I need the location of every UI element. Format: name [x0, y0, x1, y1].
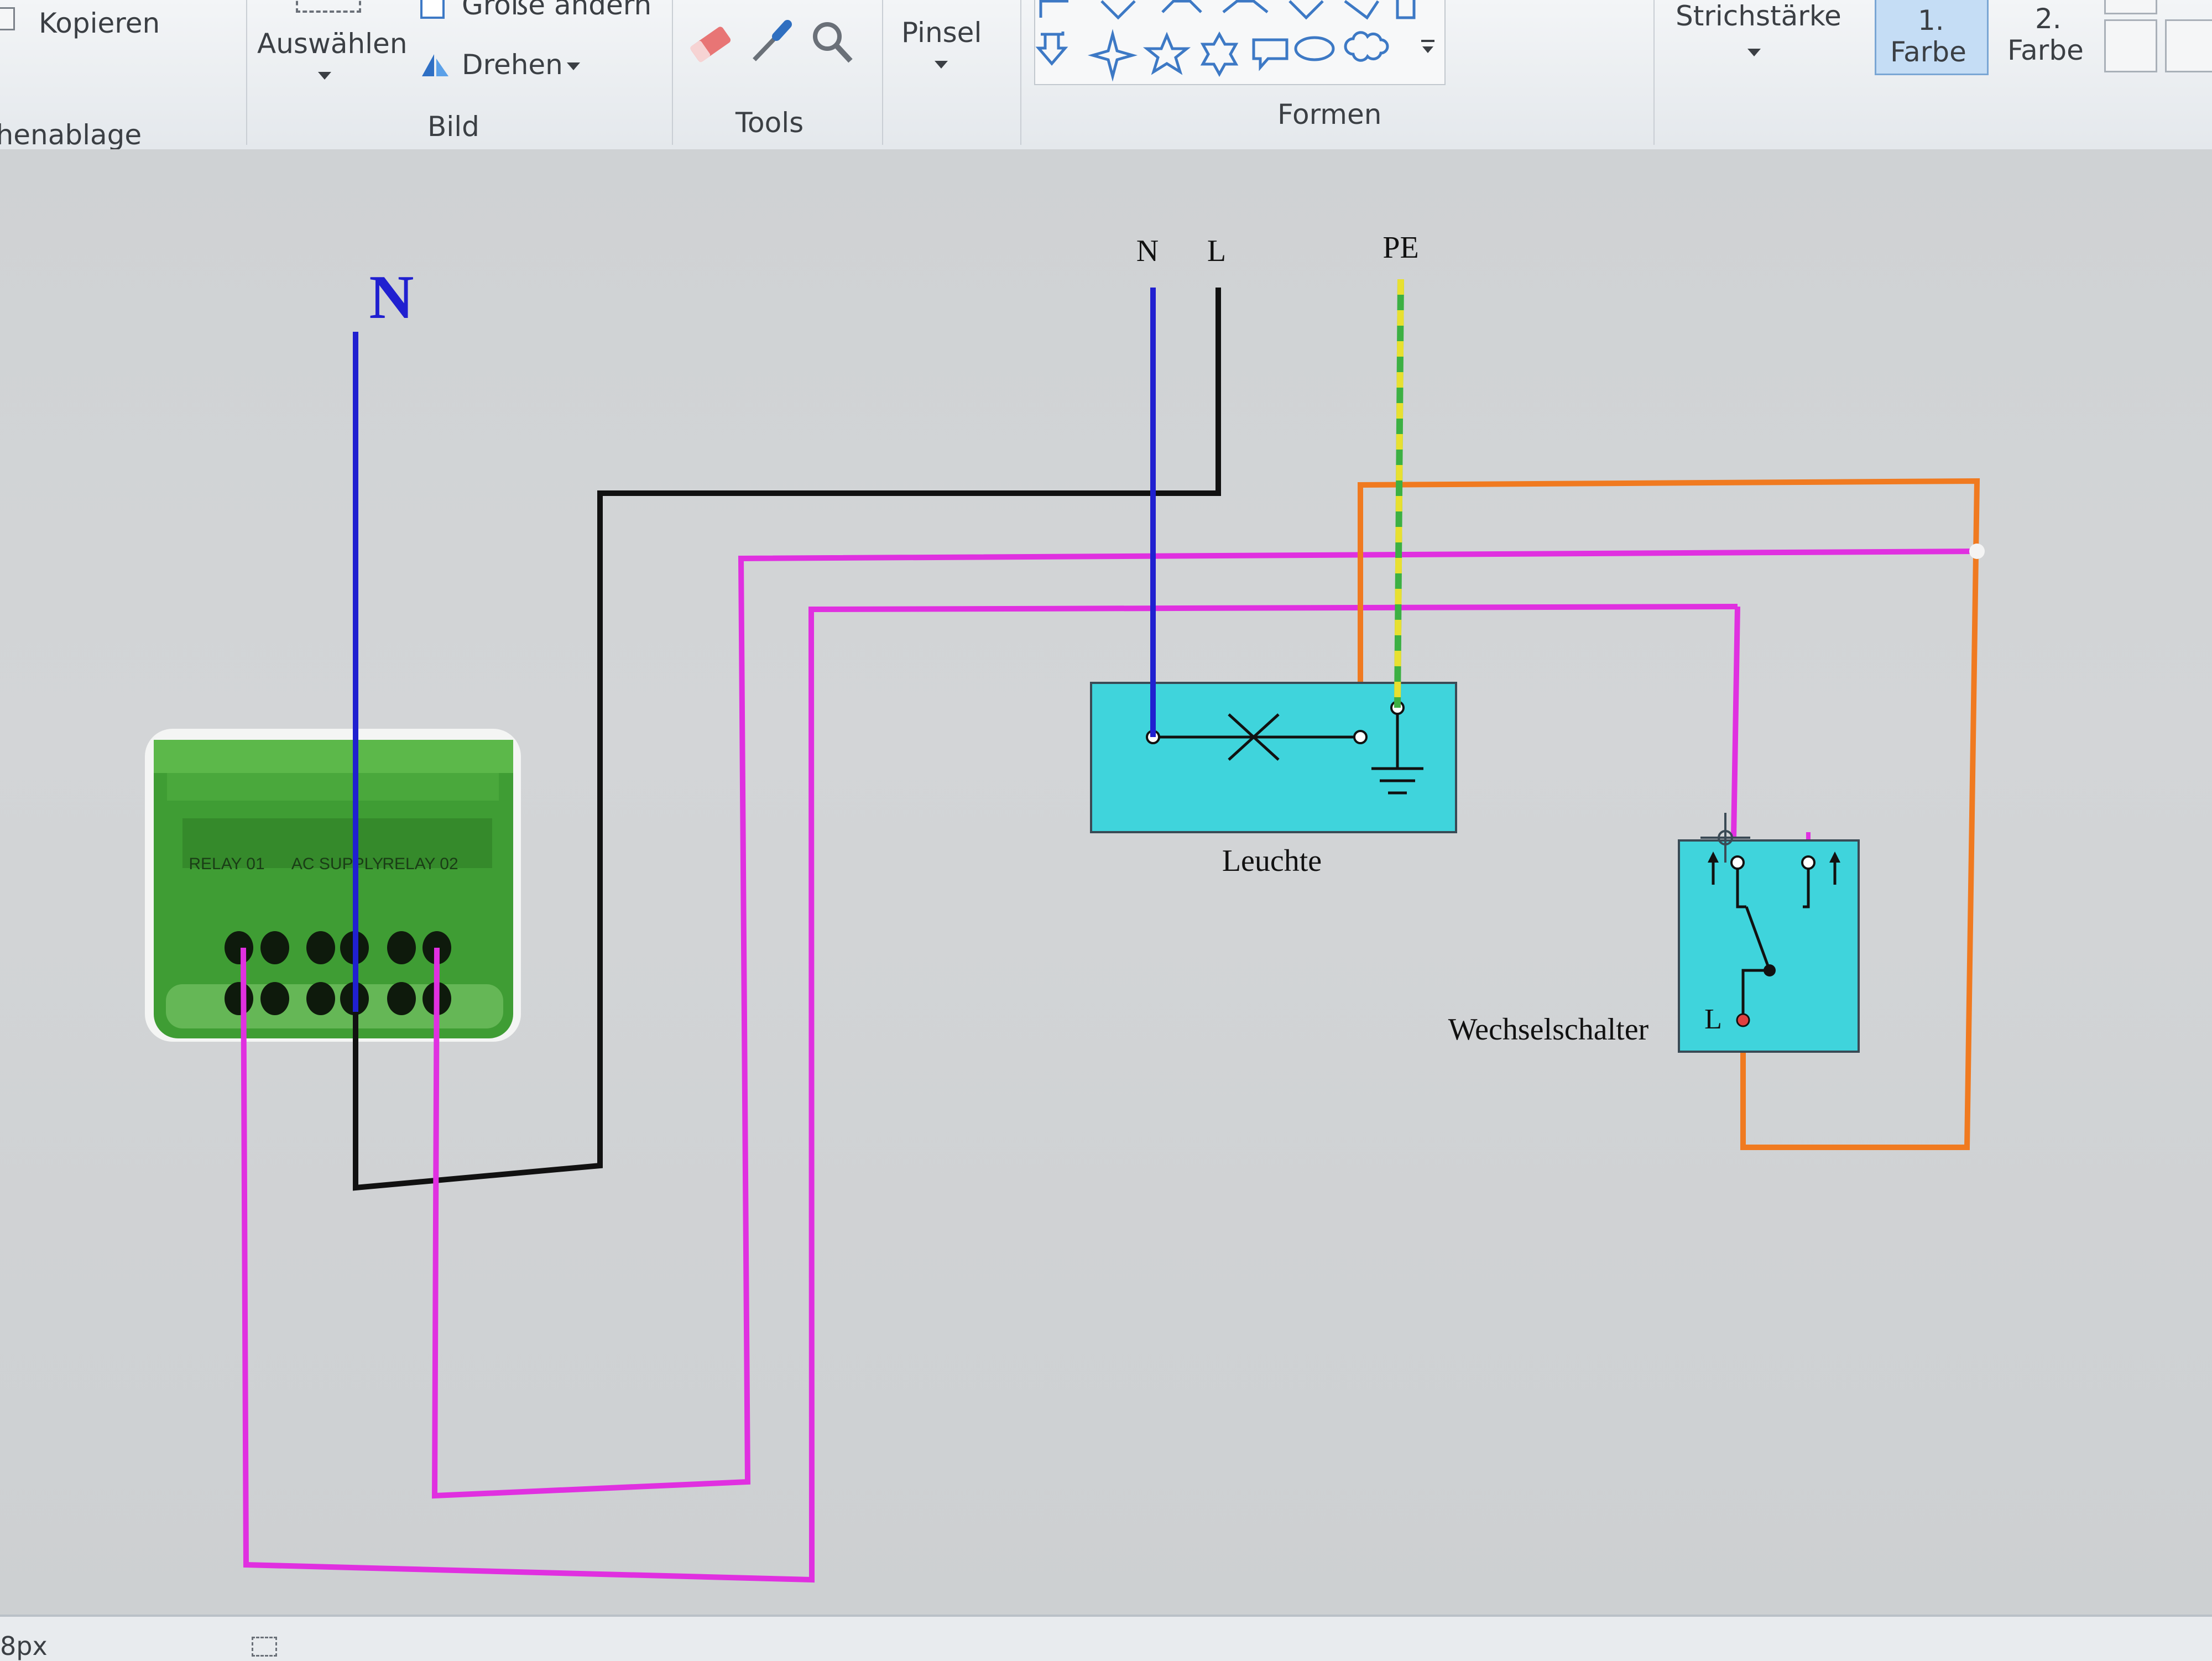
arrow-down-shape	[1035, 32, 1068, 66]
shape-row-2	[1035, 29, 1389, 82]
rotate-icon	[422, 54, 448, 76]
ribbon: Kopieren Zwischenablage Auswählen Größe …	[0, 0, 2212, 153]
switched-wire-3	[1731, 606, 1740, 838]
separator	[246, 0, 247, 145]
junction-dot	[1969, 544, 1985, 559]
lamp-box	[1090, 682, 1457, 833]
select-button[interactable]: Auswählen	[252, 0, 408, 100]
image-group-label: Bild	[427, 111, 479, 143]
shapes-gallery	[1034, 0, 1446, 85]
brush-button[interactable]: Pinsel	[890, 0, 990, 83]
color2-number: 2.	[2035, 3, 2062, 35]
brush-label: Pinsel	[901, 17, 982, 49]
separator	[672, 0, 673, 145]
relay-module: RELAY 01 AC SUPPLY RELAY 02	[145, 729, 521, 1042]
six-point-star-shape	[1200, 31, 1239, 77]
stroke-width-dropdown-icon	[1747, 49, 1761, 56]
color1-label: Farbe	[1890, 36, 1966, 68]
color2-button[interactable]: 2. Farbe	[1996, 0, 2096, 72]
oval-callout-shape	[1294, 36, 1335, 61]
select-icon	[296, 0, 361, 13]
separator	[882, 0, 883, 145]
copy-button[interactable]: Kopieren	[0, 3, 160, 41]
copy-label: Kopieren	[39, 7, 160, 39]
lamp-label: Leuchte	[1222, 844, 1322, 878]
separator	[1653, 0, 1655, 145]
relay-label-3: RELAY 02	[382, 855, 458, 873]
color-swatch[interactable]	[2104, 0, 2157, 14]
color1-number: 1.	[1918, 4, 1944, 36]
eraser-icon[interactable]	[686, 19, 735, 69]
cloud-callout-shape	[1344, 31, 1389, 62]
neutral-label-left: N	[369, 263, 414, 332]
color-picker-icon[interactable]	[747, 17, 796, 66]
rect-callout-shape	[1252, 38, 1288, 71]
switch-label: Wechselschalter	[1448, 1012, 1649, 1047]
separator	[1020, 0, 1021, 145]
color-swatch[interactable]	[2165, 19, 2212, 72]
color1-button[interactable]: 1. Farbe	[1875, 0, 1989, 75]
select-label: Auswählen	[257, 28, 408, 60]
neutral-label-top: N	[1136, 234, 1159, 268]
shapes-group-label: Formen	[1277, 98, 1382, 130]
switch-terminal-label: L	[1704, 1004, 1722, 1035]
status-bar	[0, 1615, 2212, 1661]
shapes-more-icon	[1421, 40, 1434, 53]
selection-size-icon	[252, 1637, 277, 1657]
rotate-label: Drehen	[462, 49, 563, 81]
tools-group-label: Tools	[735, 107, 804, 139]
resize-icon	[420, 0, 445, 19]
relay-label-2: AC SUPPLY	[291, 855, 383, 873]
color-swatch[interactable]	[2104, 19, 2157, 72]
rotate-button[interactable]: Drehen	[418, 49, 594, 87]
clipboard-group-label: Zwischenablage	[0, 119, 142, 151]
drawing-canvas[interactable]: RELAY 01 AC SUPPLY RELAY 02 N N L PE Leu…	[0, 149, 2212, 1615]
stroke-width-label: Strichstärke	[1676, 0, 1841, 32]
color2-label: Farbe	[2007, 34, 2084, 66]
resize-button[interactable]: Größe ändern	[418, 0, 655, 28]
rotate-dropdown-icon	[567, 62, 580, 70]
magnifier-icon[interactable]	[807, 17, 857, 66]
line-label-top: L	[1207, 234, 1226, 268]
select-dropdown-icon	[318, 72, 331, 80]
four-point-star-shape	[1087, 29, 1138, 82]
size-readout: 8px	[0, 1631, 48, 1661]
earth-label-top: PE	[1383, 231, 1418, 265]
five-point-star-shape	[1142, 32, 1191, 75]
wiring-diagram: RELAY 01 AC SUPPLY RELAY 02 N N L PE Leu…	[145, 231, 1985, 1583]
brush-dropdown-icon	[935, 61, 948, 69]
resize-label: Größe ändern	[462, 0, 652, 21]
stroke-width-button[interactable]: Strichstärke	[1665, 0, 1853, 88]
relay-label-1: RELAY 01	[189, 855, 264, 873]
copy-icon	[0, 7, 15, 30]
